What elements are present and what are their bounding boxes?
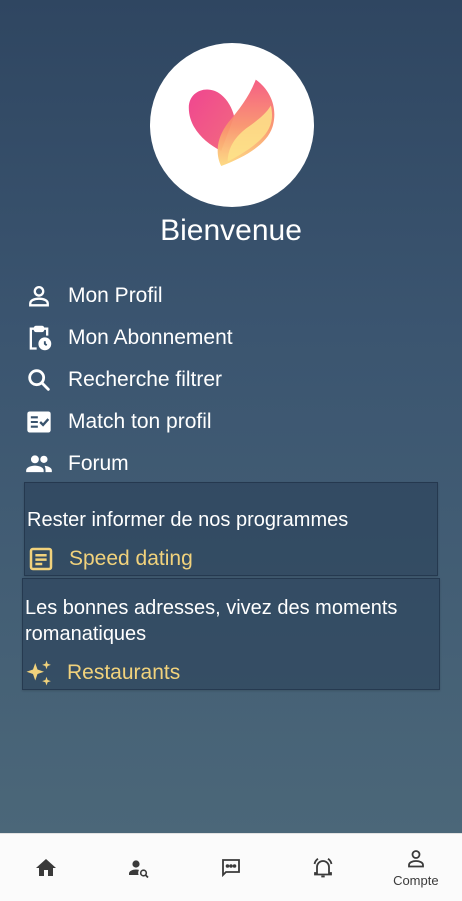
- restaurants-label: Restaurants: [67, 661, 181, 684]
- person-search-icon: [128, 859, 149, 878]
- fact-check-icon: [24, 407, 54, 437]
- article-icon: [25, 543, 57, 575]
- nav-chat[interactable]: [185, 834, 277, 901]
- speed-dating-link[interactable]: Speed dating: [25, 543, 193, 575]
- menu-item-match-ton-profil[interactable]: Match ton profil: [24, 404, 212, 440]
- speed-dating-label: Speed dating: [69, 547, 193, 570]
- main-screen: Bienvenue Mon Profil Mon Abonnement Rech…: [0, 0, 462, 833]
- menu-item-mon-abonnement[interactable]: Mon Abonnement: [24, 320, 233, 356]
- nav-account[interactable]: Compte: [370, 834, 462, 901]
- nav-person-search[interactable]: [92, 834, 184, 901]
- restaurants-card-text: Les bonnes adresses, vivez des moments r…: [25, 597, 398, 645]
- programs-card-text: Rester informer de nos programmes: [27, 509, 349, 531]
- clipboard-clock-icon: [24, 323, 54, 353]
- menu-item-label: Mon Profil: [68, 284, 163, 307]
- welcome-title: Bienvenue: [160, 214, 302, 247]
- nav-notifications[interactable]: [277, 834, 369, 901]
- menu-item-label: Recherche filtrer: [68, 368, 223, 391]
- nav-home[interactable]: [0, 834, 92, 901]
- menu-item-mon-profil[interactable]: Mon Profil: [24, 278, 163, 314]
- bottom-navigation: Compte: [0, 833, 462, 901]
- menu-item-forum[interactable]: Forum: [24, 446, 129, 482]
- nav-account-label: Compte: [393, 873, 439, 888]
- menu-item-label: Forum: [68, 452, 129, 475]
- sparkles-icon: [23, 657, 55, 689]
- home-icon: [36, 858, 57, 876]
- search-icon: [24, 365, 54, 395]
- account-icon: [407, 850, 424, 868]
- menu-item-label: Match ton profil: [68, 410, 212, 433]
- person-icon: [24, 281, 54, 311]
- restaurants-card: Les bonnes adresses, vivez des moments r…: [22, 578, 440, 690]
- programs-card: Rester informer de nos programmes Speed …: [24, 482, 438, 576]
- alarm-bell-icon: [314, 857, 333, 877]
- menu-item-label: Mon Abonnement: [68, 326, 233, 349]
- app-logo: [150, 43, 314, 207]
- menu-item-recherche-filtrer[interactable]: Recherche filtrer: [24, 362, 222, 398]
- heart-logo-icon: [188, 79, 275, 167]
- chat-icon: [222, 858, 240, 877]
- group-icon: [24, 449, 54, 479]
- restaurants-link[interactable]: Restaurants: [23, 657, 180, 689]
